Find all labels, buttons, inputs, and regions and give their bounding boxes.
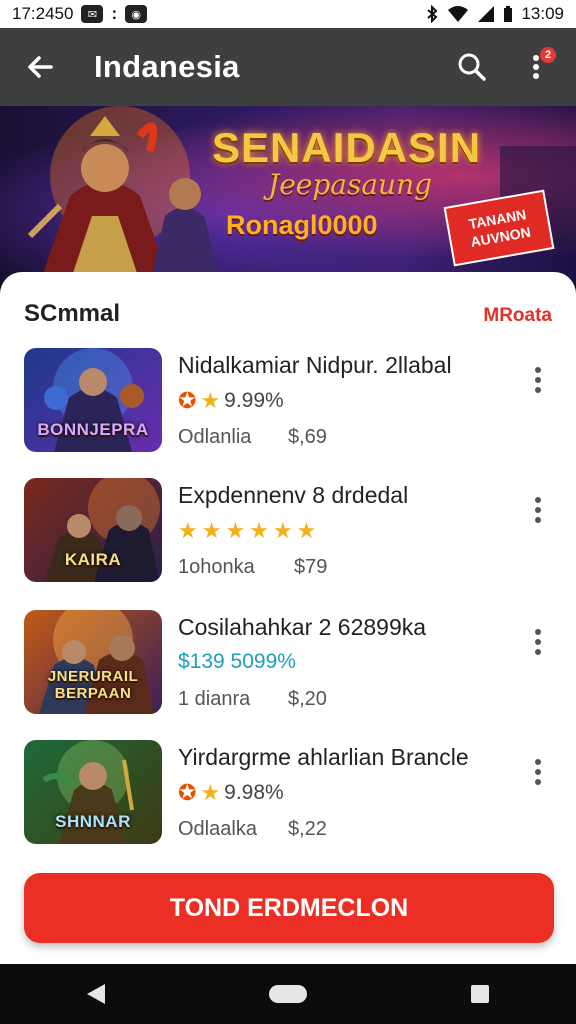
item-rating: ✪ ★ 9.99% [178, 388, 284, 414]
search-button[interactable] [450, 45, 494, 89]
star-outline-icon: ✪ [178, 388, 197, 413]
section-title: SCmmal [24, 300, 121, 327]
item-meta: 1 dianra [178, 688, 251, 710]
item-price: $,69 [288, 426, 327, 448]
item-price: $,20 [288, 688, 327, 710]
item-thumbnail: SHNNAR [24, 740, 162, 844]
item-rating: ★ ★ ★ ★ ★ ★ [178, 518, 316, 544]
bluetooth-icon [425, 5, 439, 23]
item-rating-text: 9.99% [224, 389, 284, 412]
wifi-icon [447, 5, 469, 23]
app-bar: Indanesia 2 [0, 28, 576, 106]
page-title: Indanesia [94, 49, 240, 84]
item-price: $,22 [288, 818, 327, 840]
overflow-menu-button[interactable]: 2 [514, 45, 558, 89]
content-sheet: SCmmal MRoata BONNJEPRA Nidalkamiar Nidp… [0, 272, 576, 964]
banner-headline: SENAIDASIN [212, 124, 482, 171]
item-title: Expdennenv 8 drdedal [178, 482, 409, 508]
thumbnail-label: BONNJEPRA [37, 420, 149, 439]
item-meta: 1ohonka [178, 556, 255, 578]
star-icon: ★ [178, 518, 198, 543]
item-title: Nidalkamiar Nidpur. 2llabal [178, 352, 452, 378]
banner-subheadline: Jeepasaung [268, 168, 433, 201]
more-vert-icon [535, 759, 541, 785]
item-menu-button[interactable] [524, 752, 552, 792]
nav-home-button[interactable] [258, 972, 318, 1016]
battery-icon [503, 5, 513, 23]
more-vert-icon [535, 367, 541, 393]
list-item[interactable]: SHNNAR Yirdargrme ahlarlian Brancle ✪ ★ … [24, 740, 552, 844]
status-time-left: 17:2450 [12, 4, 74, 23]
item-rating-text: 9.98% [224, 781, 284, 804]
section-header: SCmmal MRoata [24, 300, 552, 328]
promo-banner[interactable]: SENAIDASIN Jeepasaung Ronagl0000 TANANN … [0, 106, 576, 282]
item-rating: $139 5099% [178, 650, 296, 674]
more-vert-icon [535, 497, 541, 523]
status-bar-right: 13:09 [425, 4, 564, 24]
star-icon: ★ [225, 518, 246, 543]
item-title: Yirdargrme ahlarlian Brancle [178, 744, 469, 770]
thumbnail-label: KAIRA [64, 550, 122, 569]
nav-recents-button[interactable] [450, 972, 510, 1016]
item-menu-button[interactable] [524, 360, 552, 400]
star-icon: ★ [296, 518, 317, 543]
list-item[interactable]: KAIRA Expdennenv 8 drdedal ★ ★ ★ ★ ★ ★ 1… [24, 478, 552, 582]
item-menu-button[interactable] [524, 622, 552, 662]
item-meta: Odlaalka [178, 818, 257, 840]
item-rating-text: $139 5099% [178, 650, 296, 673]
section-see-all-link[interactable]: MRoata [483, 305, 552, 327]
messenger-icon: ✉ [81, 5, 104, 23]
more-dots-icon: : [111, 4, 118, 23]
notification-badge: 2 [540, 47, 556, 63]
signal-icon [477, 5, 495, 23]
back-button[interactable] [18, 45, 62, 89]
item-price: $79 [294, 556, 328, 578]
star-outline-icon: ✪ [178, 780, 197, 805]
list-item[interactable]: BONNJEPRA Nidalkamiar Nidpur. 2llabal ✪ … [24, 348, 552, 452]
item-title: Cosilahahkar 2 62899ka [178, 614, 427, 640]
more-vert-icon [535, 629, 541, 655]
system-nav-bar [0, 964, 576, 1024]
status-bar: 17:2450 ✉ : ◉ 13:09 [0, 0, 576, 28]
status-bar-left: 17:2450 ✉ : ◉ [12, 4, 148, 24]
status-time-right: 13:09 [521, 4, 564, 23]
back-triangle-icon [87, 984, 105, 1004]
banner-promo-text: Ronagl0000 [226, 210, 378, 240]
star-icon: ★ [200, 388, 221, 413]
item-thumbnail: JNERURAIL BERPAAN [24, 610, 162, 714]
item-thumbnail: KAIRA [24, 478, 162, 582]
list-item[interactable]: JNERURAIL BERPAAN Cosilahahkar 2 62899ka… [24, 610, 552, 714]
item-thumbnail: BONNJEPRA [24, 348, 162, 452]
star-icon: ★ [200, 780, 221, 805]
home-pill-icon [269, 985, 307, 1003]
item-rating: ✪ ★ 9.98% [178, 780, 284, 806]
thumbnail-label: JNERURAIL BERPAAN [47, 668, 139, 702]
primary-cta-button[interactable]: TOND ERDMECLON [24, 873, 554, 943]
search-icon [458, 53, 486, 81]
thumbnail-label: SHNNAR [55, 812, 131, 831]
recents-square-icon [471, 985, 489, 1003]
app-icon: ◉ [125, 5, 148, 23]
star-icon: ★ [249, 518, 269, 543]
item-menu-button[interactable] [524, 490, 552, 530]
star-icon: ★ [272, 518, 293, 543]
item-meta: Odlanlia [178, 426, 252, 448]
back-arrow-icon [28, 56, 53, 78]
nav-back-button[interactable] [66, 972, 126, 1016]
star-icon: ★ [201, 518, 222, 543]
